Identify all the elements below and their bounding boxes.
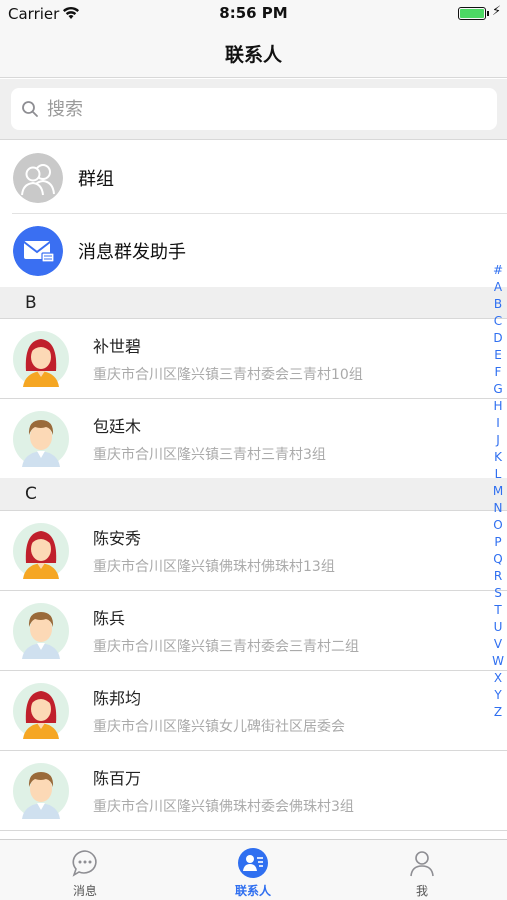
tab-me[interactable]: 我 [362, 840, 482, 900]
chat-bubble-icon [72, 850, 97, 877]
index-letter[interactable]: S [488, 585, 507, 602]
index-letter[interactable]: N [488, 500, 507, 517]
broadcast-assistant-label: 消息群发助手 [78, 242, 186, 263]
index-letter[interactable]: E [488, 347, 507, 364]
female-avatar-icon [13, 331, 69, 387]
index-letter[interactable]: Z [488, 704, 507, 721]
index-letter[interactable]: O [488, 517, 507, 534]
battery-cap [487, 11, 489, 16]
broadcast-assistant-entry[interactable]: 消息群发助手 [0, 214, 507, 287]
index-letter[interactable]: Q [488, 551, 507, 568]
male-avatar-icon [13, 411, 69, 467]
index-letter[interactable]: H [488, 398, 507, 415]
index-letter[interactable]: W [488, 653, 507, 670]
index-letter[interactable]: T [488, 602, 507, 619]
index-letter[interactable]: I [488, 415, 507, 432]
index-letter[interactable]: J [488, 432, 507, 449]
index-letter[interactable]: X [488, 670, 507, 687]
index-letter[interactable]: A [488, 279, 507, 296]
contact-address: 重庆市合川区隆兴镇女儿碑街社区居委会 [93, 719, 345, 735]
search-input[interactable] [47, 94, 467, 124]
alphabet-index[interactable]: # A B C D E F G H I J K L M N O P Q R S T U V W X Y Z [488, 262, 507, 721]
charging-bolt-icon: ⚡ [492, 4, 502, 19]
male-avatar-icon [13, 603, 69, 659]
clock: 8:56 PM [219, 4, 288, 22]
index-letter[interactable]: G [488, 381, 507, 398]
female-avatar-icon [13, 523, 69, 579]
contact-address: 重庆市合川区隆兴镇佛珠村佛珠村13组 [93, 559, 335, 575]
contact-name: 陈兵 [93, 609, 126, 628]
battery-fill [460, 9, 484, 18]
contact-address: 重庆市合川区隆兴镇佛珠村委会佛珠村3组 [93, 799, 354, 815]
navigation-bar: 联系人 [0, 28, 507, 78]
page-title: 联系人 [224, 44, 282, 66]
search-box[interactable] [11, 88, 497, 130]
battery-icon [458, 7, 486, 20]
contacts-icon [238, 848, 268, 878]
tab-label: 消息 [72, 884, 97, 898]
contact-name: 陈百万 [93, 769, 142, 788]
index-letter[interactable]: # [488, 262, 507, 279]
contact-row[interactable]: 补世碧 重庆市合川区隆兴镇三青村委会三青村10组 [0, 318, 507, 398]
index-letter[interactable]: P [488, 534, 507, 551]
tab-label: 联系人 [234, 884, 271, 898]
contact-row[interactable]: 陈邦均 重庆市合川区隆兴镇女儿碑街社区居委会 [0, 670, 507, 750]
section-header-c: C [0, 478, 507, 510]
groups-entry[interactable]: 群组 [0, 141, 507, 214]
groups-label: 群组 [78, 169, 114, 190]
contact-address: 重庆市合川区隆兴镇三青村委会三青村10组 [93, 367, 363, 383]
index-letter[interactable]: C [488, 313, 507, 330]
index-letter[interactable]: L [488, 466, 507, 483]
contact-row[interactable]: 陈百万 重庆市合川区隆兴镇佛珠村委会佛珠村3组 [0, 750, 507, 830]
female-avatar-icon [13, 683, 69, 739]
index-letter[interactable]: K [488, 449, 507, 466]
contact-name: 补世碧 [93, 337, 142, 356]
contact-name: 包廷木 [93, 417, 142, 436]
person-icon [410, 851, 434, 877]
contact-name: 陈安秀 [93, 529, 142, 548]
male-avatar-icon [13, 763, 69, 819]
section-letter: C [25, 484, 37, 504]
mail-broadcast-icon [13, 226, 63, 276]
divider [0, 830, 507, 831]
contact-row[interactable]: 陈兵 重庆市合川区隆兴镇三青村委会三青村二组 [0, 590, 507, 670]
index-letter[interactable]: Y [488, 687, 507, 704]
contact-name: 陈邦均 [93, 689, 142, 708]
index-letter[interactable]: R [488, 568, 507, 585]
index-letter[interactable]: F [488, 364, 507, 381]
contact-address: 重庆市合川区隆兴镇三青村三青村3组 [93, 447, 326, 463]
index-letter[interactable]: U [488, 619, 507, 636]
section-header-b: B [0, 287, 507, 319]
contact-address: 重庆市合川区隆兴镇三青村委会三青村二组 [93, 639, 359, 655]
tab-messages[interactable]: 消息 [25, 840, 145, 900]
index-letter[interactable]: M [488, 483, 507, 500]
contact-row[interactable]: 包廷木 重庆市合川区隆兴镇三青村三青村3组 [0, 398, 507, 478]
tab-label: 我 [415, 884, 428, 898]
tab-bar: 消息 联系人 我 [0, 839, 507, 900]
search-icon [22, 101, 38, 117]
index-letter[interactable]: B [488, 296, 507, 313]
status-bar: Carrier 8:56 PM ⚡ [0, 0, 507, 28]
search-area [0, 79, 507, 140]
section-letter: B [25, 293, 37, 313]
index-letter[interactable]: D [488, 330, 507, 347]
index-letter[interactable]: V [488, 636, 507, 653]
contact-row[interactable]: 陈安秀 重庆市合川区隆兴镇佛珠村佛珠村13组 [0, 510, 507, 590]
group-icon [13, 153, 63, 203]
tab-contacts[interactable]: 联系人 [193, 840, 313, 900]
